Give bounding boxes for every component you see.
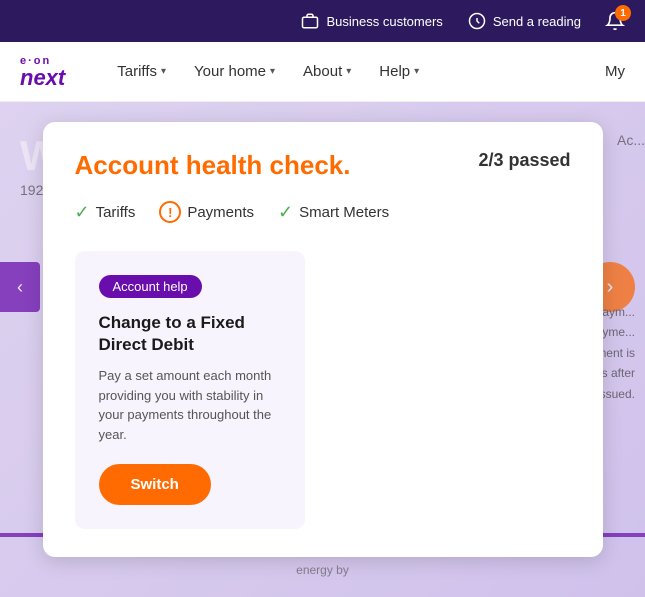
- check-item-smart-meters: ✓ Smart Meters: [278, 202, 389, 223]
- meter-icon: [467, 11, 487, 31]
- tariffs-label: Tariffs: [117, 63, 157, 80]
- modal: Account health check. 2/3 passed ✓ Tarif…: [43, 122, 603, 557]
- top-bar: Business customers Send a reading 1: [0, 0, 645, 42]
- nav-item-tariffs[interactable]: Tariffs ▾: [105, 55, 178, 88]
- check-label-smart-meters: Smart Meters: [299, 204, 389, 221]
- nav-items: Tariffs ▾ Your home ▾ About ▾ Help ▾: [105, 55, 605, 88]
- logo[interactable]: e·on next: [20, 55, 65, 89]
- card-tag: Account help: [99, 275, 202, 298]
- card-description: Pay a set amount each month providing yo…: [99, 366, 281, 444]
- briefcase-icon: [300, 11, 320, 31]
- check-label-tariffs: Tariffs: [96, 204, 136, 221]
- nav-item-my[interactable]: My: [605, 63, 625, 80]
- business-customers-label: Business customers: [326, 14, 442, 29]
- help-chevron-icon: ▾: [414, 66, 419, 77]
- modal-checks: ✓ Tariffs ! Payments ✓ Smart Meters: [75, 201, 571, 223]
- account-help-card: Account help Change to a Fixed Direct De…: [75, 251, 305, 529]
- your-home-chevron-icon: ▾: [270, 66, 275, 77]
- send-reading-label: Send a reading: [493, 14, 581, 29]
- nav-item-help[interactable]: Help ▾: [367, 55, 431, 88]
- about-label: About: [303, 63, 342, 80]
- page-background: Wo 192 G... Ac... ‹ › t paym... payme...…: [0, 102, 645, 597]
- logo-next: next: [20, 67, 65, 89]
- check-pass-icon-smart-meters: ✓: [278, 202, 293, 223]
- check-item-tariffs: ✓ Tariffs: [75, 202, 136, 223]
- modal-overlay: Account health check. 2/3 passed ✓ Tarif…: [0, 102, 645, 597]
- my-label: My: [605, 63, 625, 80]
- check-label-payments: Payments: [187, 204, 254, 221]
- modal-score: 2/3 passed: [478, 150, 570, 171]
- modal-title: Account health check.: [75, 150, 351, 181]
- send-reading-link[interactable]: Send a reading: [467, 11, 581, 31]
- check-item-payments: ! Payments: [159, 201, 254, 223]
- nav-bar: e·on next Tariffs ▾ Your home ▾ About ▾ …: [0, 42, 645, 102]
- tariffs-chevron-icon: ▾: [161, 66, 166, 77]
- nav-item-about[interactable]: About ▾: [291, 55, 363, 88]
- notifications-link[interactable]: 1: [605, 11, 625, 31]
- your-home-label: Your home: [194, 63, 266, 80]
- help-label: Help: [379, 63, 410, 80]
- check-pass-icon-tariffs: ✓: [75, 202, 90, 223]
- modal-header: Account health check. 2/3 passed: [75, 150, 571, 181]
- about-chevron-icon: ▾: [346, 66, 351, 77]
- notification-count: 1: [615, 5, 631, 21]
- check-warning-icon-payments: !: [159, 201, 181, 223]
- card-title: Change to a Fixed Direct Debit: [99, 312, 281, 356]
- switch-button[interactable]: Switch: [99, 464, 211, 505]
- nav-item-your-home[interactable]: Your home ▾: [182, 55, 287, 88]
- notification-badge: 1: [605, 11, 625, 31]
- business-customers-link[interactable]: Business customers: [300, 11, 442, 31]
